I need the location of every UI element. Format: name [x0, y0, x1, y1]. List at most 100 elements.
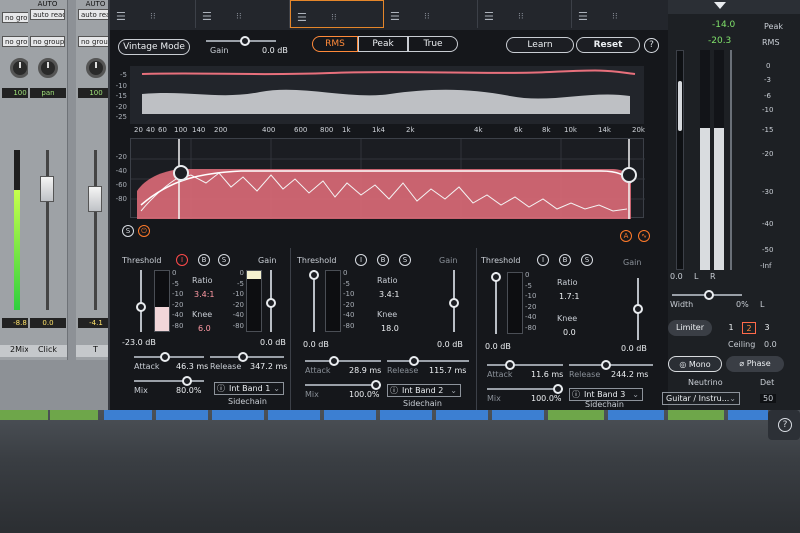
detection-true-button[interactable]: True — [408, 36, 458, 52]
pan-knob[interactable] — [38, 58, 58, 78]
attack-slider[interactable] — [305, 360, 381, 362]
help-icon[interactable]: ? — [778, 418, 792, 432]
knee-label: Knee — [192, 310, 213, 319]
release-handle[interactable] — [409, 356, 419, 366]
global-gain-handle[interactable] — [240, 36, 250, 46]
module-slot-4[interactable]: ☰ ⁝⁝ — [384, 0, 478, 28]
list-icon: ☰ — [390, 10, 400, 23]
band-b-icon[interactable]: B — [198, 254, 210, 266]
ratio-label: Ratio — [192, 276, 213, 285]
solo-icon[interactable]: S — [122, 225, 134, 237]
help-icon[interactable]: ? — [644, 38, 659, 53]
release-handle[interactable] — [238, 352, 248, 362]
freq-label: 1k4 — [372, 126, 385, 134]
mix-handle[interactable] — [553, 384, 563, 394]
gain-handle[interactable] — [449, 298, 459, 308]
module-slot-5[interactable]: ☰ ⁝⁝ — [478, 0, 572, 28]
neutrino-select[interactable]: Guitar / Instru... ⌄ — [662, 392, 740, 405]
learn-button[interactable]: Learn — [506, 37, 574, 53]
db-tick: -3 — [764, 76, 771, 84]
freq-label: 2k — [406, 126, 415, 134]
attack-handle[interactable] — [160, 352, 170, 362]
track-name[interactable]: Click — [28, 345, 67, 357]
vintage-mode-button[interactable]: Vintage Mode — [118, 39, 190, 55]
width-label: Width — [670, 300, 694, 309]
detection-rms-button[interactable]: RMS — [312, 36, 358, 52]
band-bypass-icon[interactable]: I — [176, 254, 188, 266]
band-bypass-icon[interactable]: I — [537, 254, 549, 266]
crossover-handle-low[interactable] — [173, 165, 189, 181]
threshold-handle[interactable] — [136, 302, 146, 312]
release-slider[interactable] — [387, 360, 469, 362]
ratio-value[interactable]: 3.4:1 — [194, 290, 215, 299]
band-bypass-icon[interactable]: I — [355, 254, 367, 266]
crossover-handle-high[interactable] — [621, 167, 637, 183]
module-slot-3-active[interactable]: ☰ ⁝⁝ — [290, 0, 384, 28]
reset-button[interactable]: Reset — [576, 37, 640, 53]
gain-value: 0.0 dB — [260, 338, 286, 347]
auto-mode-select[interactable]: auto read — [30, 9, 65, 20]
attack-slider[interactable] — [487, 364, 563, 366]
knee-value[interactable]: 6.0 — [198, 324, 211, 333]
det-value[interactable]: 50 — [760, 394, 777, 403]
meter-scale: 0 -5 -10 -20 -40 -80 — [525, 271, 537, 332]
detection-peak-button[interactable]: Peak — [358, 36, 408, 52]
chevron-down-icon: ⌄ — [450, 386, 457, 395]
input-meter — [325, 270, 341, 332]
mix-slider[interactable] — [134, 380, 204, 382]
link-icon[interactable]: ∿ — [638, 230, 650, 242]
threshold-label: Threshold — [297, 256, 337, 265]
volume-fader[interactable] — [88, 186, 102, 212]
band-solo-icon[interactable]: S — [581, 254, 593, 266]
module-slot-1[interactable]: ☰ ⁝⁝ — [110, 0, 196, 28]
release-handle[interactable] — [601, 360, 611, 370]
mix-slider[interactable] — [305, 384, 381, 386]
ceiling-option-2[interactable]: 2 — [742, 322, 756, 334]
threshold-handle[interactable] — [309, 270, 319, 280]
knee-value[interactable]: 18.0 — [381, 324, 399, 333]
band-solo-icon[interactable]: S — [218, 254, 230, 266]
pan-knob[interactable] — [86, 58, 106, 78]
band-b-icon[interactable]: B — [559, 254, 571, 266]
mono-button[interactable]: ◎ Mono — [668, 356, 722, 372]
peak-label: Peak — [764, 22, 783, 31]
release-slider[interactable] — [569, 364, 653, 366]
mix-handle[interactable] — [182, 376, 192, 386]
band-b-icon[interactable]: B — [377, 254, 389, 266]
module-slot-2[interactable]: ☰ ⁝⁝ — [196, 0, 290, 28]
attack-handle[interactable] — [329, 356, 339, 366]
input-trim-meter — [676, 50, 684, 270]
group-select[interactable]: no group — [30, 36, 65, 47]
auto-icon[interactable]: A — [620, 230, 632, 242]
mix-handle[interactable] — [371, 380, 381, 390]
list-icon: ☰ — [202, 10, 212, 23]
module-slot-6[interactable]: ☰ ⁝⁝ — [572, 0, 670, 28]
attack-value: 46.3 ms — [176, 362, 209, 371]
gain-handle[interactable] — [266, 298, 276, 308]
pan-knob[interactable] — [10, 58, 30, 78]
band-solo-icon[interactable]: S — [399, 254, 411, 266]
mix-label: Mix — [134, 386, 148, 395]
volume-fader[interactable] — [40, 176, 54, 202]
sidechain-select[interactable]: ⓘ Int Band 1 ⌄ — [214, 382, 284, 395]
threshold-handle[interactable] — [491, 272, 501, 282]
output-fader-track[interactable] — [730, 50, 732, 270]
limiter-button[interactable]: Limiter — [668, 320, 712, 336]
width-handle[interactable] — [704, 290, 714, 300]
ratio-value[interactable]: 3.4:1 — [379, 290, 400, 299]
mix-value: 80.0% — [176, 386, 202, 395]
ceiling-option-1[interactable]: 1 — [724, 322, 738, 334]
mix-slider[interactable] — [487, 388, 563, 390]
knee-value[interactable]: 0.0 — [563, 328, 576, 337]
threshold-slider[interactable] — [140, 270, 142, 332]
sidechain-select[interactable]: ⓘ Int Band 2 ⌄ — [387, 384, 461, 397]
ratio-value[interactable]: 1.7:1 — [559, 292, 580, 301]
bypass-icon[interactable]: ⏻ — [138, 225, 150, 237]
freq-label: 20 — [134, 126, 143, 134]
phase-button[interactable]: ⌀ Phase — [726, 356, 784, 372]
attack-handle[interactable] — [505, 360, 515, 370]
freq-label: 14k — [598, 126, 611, 134]
sidechain-label: Sidechain — [585, 400, 624, 409]
gain-handle[interactable] — [633, 304, 643, 314]
ceiling-option-3[interactable]: 3 — [760, 322, 774, 334]
